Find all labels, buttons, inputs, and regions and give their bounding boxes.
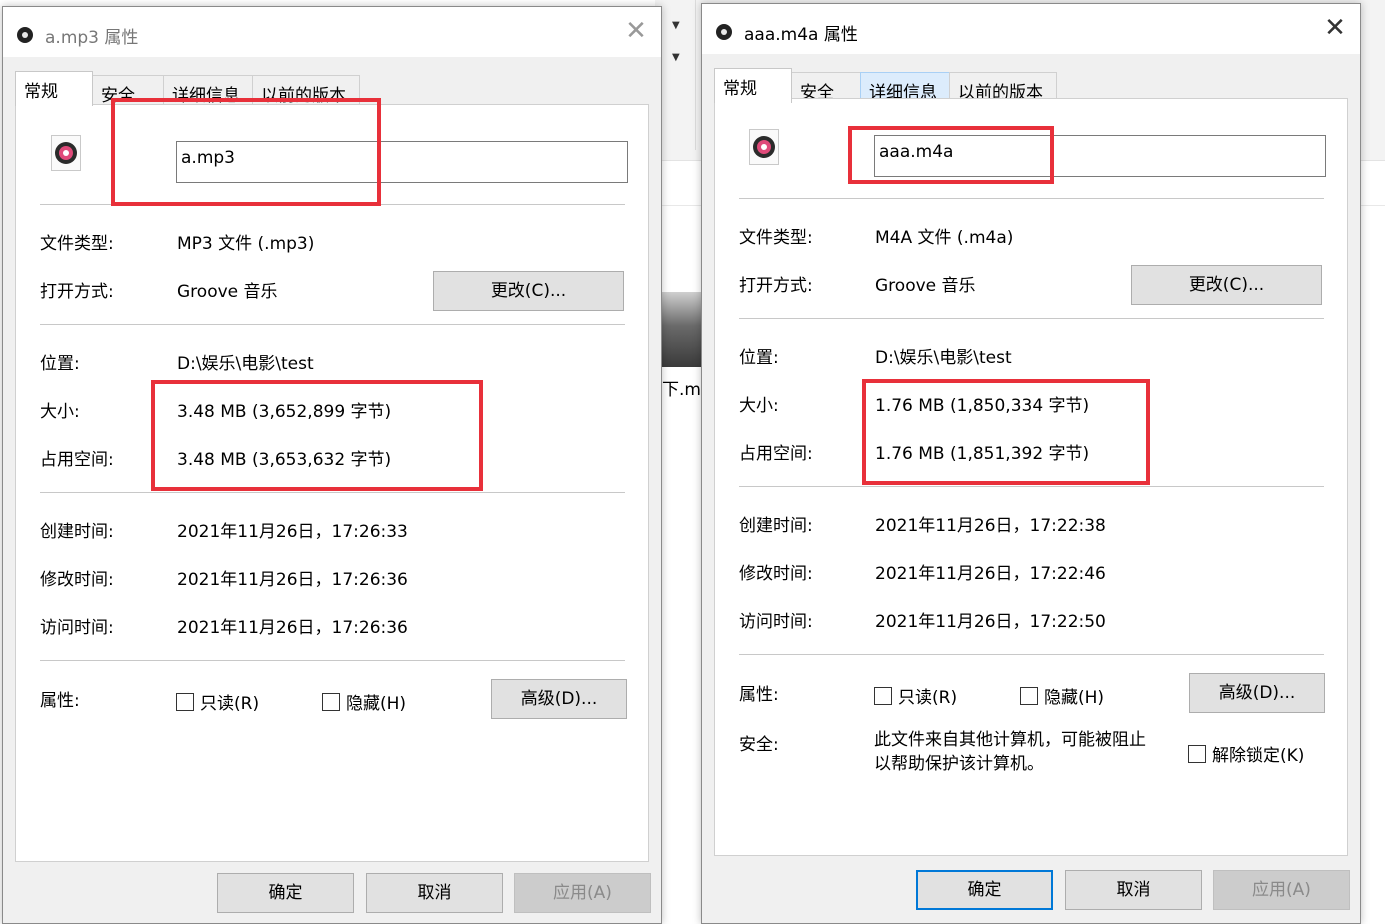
security-message-line: 此文件来自其他计算机，可能被阻止: [874, 730, 1146, 750]
tab-previous-versions[interactable]: 以前的版本: [252, 75, 360, 106]
accessed-value: 2021年11月26日，17:26:36: [177, 618, 408, 638]
checkbox-icon[interactable]: [1188, 745, 1206, 763]
file-type-label: 文件类型:: [739, 228, 813, 248]
music-file-icon: [51, 135, 81, 171]
created-label: 创建时间:: [40, 522, 114, 542]
divider: [739, 486, 1324, 487]
created-value: 2021年11月26日，17:26:33: [177, 522, 408, 542]
tab-security[interactable]: 安全: [92, 75, 164, 106]
ribbon-separator: [695, 0, 696, 150]
change-button[interactable]: 更改(C)...: [1131, 265, 1322, 305]
apply-button[interactable]: 应用(A): [514, 873, 651, 913]
location-label: 位置:: [40, 354, 80, 374]
modified-value: 2021年11月26日，17:26:36: [177, 570, 408, 590]
modified-value: 2021年11月26日，17:22:46: [875, 564, 1106, 584]
security-message-line: 以帮助保护该计算机。: [874, 754, 1044, 774]
hidden-label: 隐藏(H): [1044, 688, 1105, 708]
open-with-value: Groove 音乐: [875, 276, 976, 296]
readonly-label: 只读(R): [200, 694, 260, 714]
window-title: a.mp3 属性: [45, 28, 139, 48]
readonly-checkbox[interactable]: 只读(R): [874, 683, 957, 708]
open-with-value: Groove 音乐: [177, 282, 278, 302]
apply-button[interactable]: 应用(A): [1213, 870, 1350, 910]
close-button[interactable]: ✕: [619, 15, 653, 49]
properties-dialog-mp3: a.mp3 属性 ✕ 常规 安全 详细信息 以前的版本 a.mp3 文件类型: …: [2, 6, 662, 924]
file-thumbnail[interactable]: [660, 292, 702, 367]
advanced-button[interactable]: 高级(D)...: [1189, 673, 1325, 713]
cancel-button[interactable]: 取消: [366, 873, 503, 913]
checkbox-icon[interactable]: [176, 693, 194, 711]
window-title: aaa.m4a 属性: [744, 25, 858, 45]
accessed-label: 访问时间:: [739, 612, 813, 632]
size-on-disk-value: 3.48 MB (3,653,632 字节): [177, 450, 392, 470]
title-bar[interactable]: a.mp3 属性 ✕: [3, 7, 661, 57]
location-label: 位置:: [739, 348, 779, 368]
unblock-checkbox[interactable]: 解除锁定(K): [1188, 741, 1304, 766]
checkbox-icon[interactable]: [874, 687, 892, 705]
hidden-checkbox[interactable]: 隐藏(H): [1020, 683, 1104, 708]
size-label: 大小:: [40, 402, 80, 422]
file-type-label: 文件类型:: [40, 234, 114, 254]
divider: [739, 654, 1324, 655]
music-file-icon: [749, 129, 779, 165]
created-label: 创建时间:: [739, 516, 813, 536]
cancel-button[interactable]: 取消: [1065, 870, 1202, 910]
file-name-input[interactable]: a.mp3: [176, 141, 628, 183]
file-thumbnail-label[interactable]: 下.m: [662, 375, 701, 400]
file-type-value: M4A 文件 (.m4a): [875, 228, 1014, 248]
unblock-label: 解除锁定(K): [1212, 746, 1305, 766]
hidden-checkbox[interactable]: 隐藏(H): [322, 689, 406, 714]
ribbon-dropdown-icon[interactable]: ▼: [672, 52, 680, 63]
modified-label: 修改时间:: [739, 564, 813, 584]
checkbox-icon[interactable]: [322, 693, 340, 711]
divider: [739, 318, 1324, 319]
tab-details[interactable]: 详细信息: [163, 75, 253, 106]
hidden-label: 隐藏(H): [346, 694, 407, 714]
attributes-label: 属性:: [739, 685, 779, 705]
divider: [739, 198, 1324, 199]
properties-dialog-m4a: aaa.m4a 属性 ✕ 常规 安全 详细信息 以前的版本 aaa.m4a 文件…: [701, 3, 1361, 924]
ribbon-dropdown-icon[interactable]: ▼: [672, 20, 680, 31]
location-value: D:\娱乐\电影\test: [177, 354, 314, 374]
tab-general[interactable]: 常规: [714, 68, 792, 103]
security-label: 安全:: [739, 735, 779, 755]
size-on-disk-value: 1.76 MB (1,851,392 字节): [875, 444, 1090, 464]
divider: [40, 204, 625, 205]
size-value: 3.48 MB (3,652,899 字节): [177, 402, 392, 422]
general-panel: aaa.m4a 文件类型: M4A 文件 (.m4a) 打开方式: Groove…: [714, 98, 1348, 856]
ok-button[interactable]: 确定: [217, 873, 354, 913]
open-with-label: 打开方式:: [739, 276, 813, 296]
title-bar[interactable]: aaa.m4a 属性 ✕: [702, 4, 1360, 54]
general-panel: a.mp3 文件类型: MP3 文件 (.mp3) 打开方式: Groove 音…: [15, 98, 649, 862]
divider: [40, 324, 625, 325]
size-value: 1.76 MB (1,850,334 字节): [875, 396, 1090, 416]
change-button[interactable]: 更改(C)...: [433, 271, 624, 311]
divider: [40, 492, 625, 493]
open-with-label: 打开方式:: [40, 282, 114, 302]
ok-button[interactable]: 确定: [916, 870, 1053, 910]
readonly-label: 只读(R): [898, 688, 958, 708]
file-name-input[interactable]: aaa.m4a: [874, 135, 1326, 177]
divider: [40, 660, 625, 661]
created-value: 2021年11月26日，17:22:38: [875, 516, 1106, 536]
location-value: D:\娱乐\电影\test: [875, 348, 1012, 368]
checkbox-icon[interactable]: [1020, 687, 1038, 705]
size-on-disk-label: 占用空间:: [739, 444, 813, 464]
close-button[interactable]: ✕: [1318, 12, 1352, 46]
modified-label: 修改时间:: [40, 570, 114, 590]
size-label: 大小:: [739, 396, 779, 416]
readonly-checkbox[interactable]: 只读(R): [176, 689, 259, 714]
accessed-value: 2021年11月26日，17:22:50: [875, 612, 1106, 632]
file-type-value: MP3 文件 (.mp3): [177, 234, 315, 254]
audio-file-icon: [17, 27, 33, 43]
audio-file-icon: [716, 24, 732, 40]
tab-general[interactable]: 常规: [15, 71, 93, 106]
accessed-label: 访问时间:: [40, 618, 114, 638]
attributes-label: 属性:: [40, 691, 80, 711]
security-message: 此文件来自其他计算机，可能被阻止 以帮助保护该计算机。: [874, 728, 1146, 776]
advanced-button[interactable]: 高级(D)...: [491, 679, 627, 719]
size-on-disk-label: 占用空间:: [40, 450, 114, 470]
